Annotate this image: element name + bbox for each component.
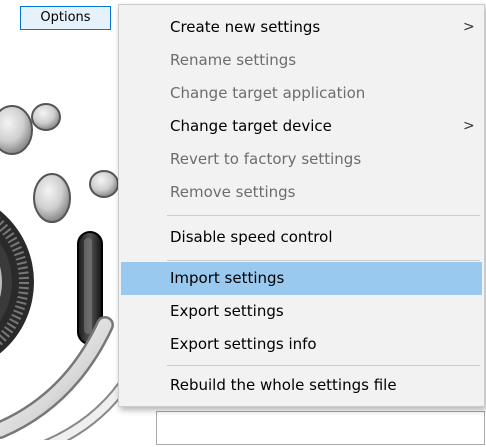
menu-separator — [167, 260, 480, 261]
menu-separator — [167, 215, 480, 216]
menu-separator — [167, 365, 480, 366]
menu-item-export-settings[interactable]: Export settings — [121, 295, 482, 328]
menu-item-label: Disable speed control — [170, 228, 333, 246]
menu-item-revert-to-factory-settings[interactable]: Revert to factory settings — [121, 143, 482, 176]
options-button[interactable]: Options — [20, 6, 111, 30]
menu-item-export-settings-info[interactable]: Export settings info — [121, 328, 482, 361]
chevron-right-icon: > — [463, 19, 475, 35]
menu-item-disable-speed-control[interactable]: Disable speed control — [121, 221, 482, 254]
menu-item-label: Export settings info — [170, 335, 317, 353]
device-illustration — [0, 103, 130, 440]
menu-item-label: Import settings — [170, 269, 285, 287]
menu-item-remove-settings[interactable]: Remove settings — [121, 176, 482, 209]
context-menu: Create new settings > Rename settings Ch… — [118, 4, 485, 407]
chevron-right-icon: > — [463, 118, 475, 134]
menu-item-label: Change target device — [170, 117, 332, 135]
menu-item-label: Revert to factory settings — [170, 150, 362, 168]
menu-item-label: Export settings — [170, 302, 284, 320]
menu-item-import-settings[interactable]: Import settings — [121, 262, 482, 295]
menu-item-create-new-settings[interactable]: Create new settings > — [121, 11, 482, 44]
menu-item-change-target-application[interactable]: Change target application — [121, 77, 482, 110]
menu-item-change-target-device[interactable]: Change target device > — [121, 110, 482, 143]
menu-item-label: Create new settings — [170, 18, 321, 36]
settings-field[interactable] — [156, 411, 485, 445]
menu-item-label: Change target application — [170, 84, 366, 102]
menu-item-label: Rename settings — [170, 51, 297, 69]
menu-item-label: Remove settings — [170, 183, 296, 201]
menu-item-label: Rebuild the whole settings file — [170, 376, 397, 394]
menu-item-rebuild-settings-file[interactable]: Rebuild the whole settings file — [121, 369, 482, 402]
menu-item-rename-settings[interactable]: Rename settings — [121, 44, 482, 77]
